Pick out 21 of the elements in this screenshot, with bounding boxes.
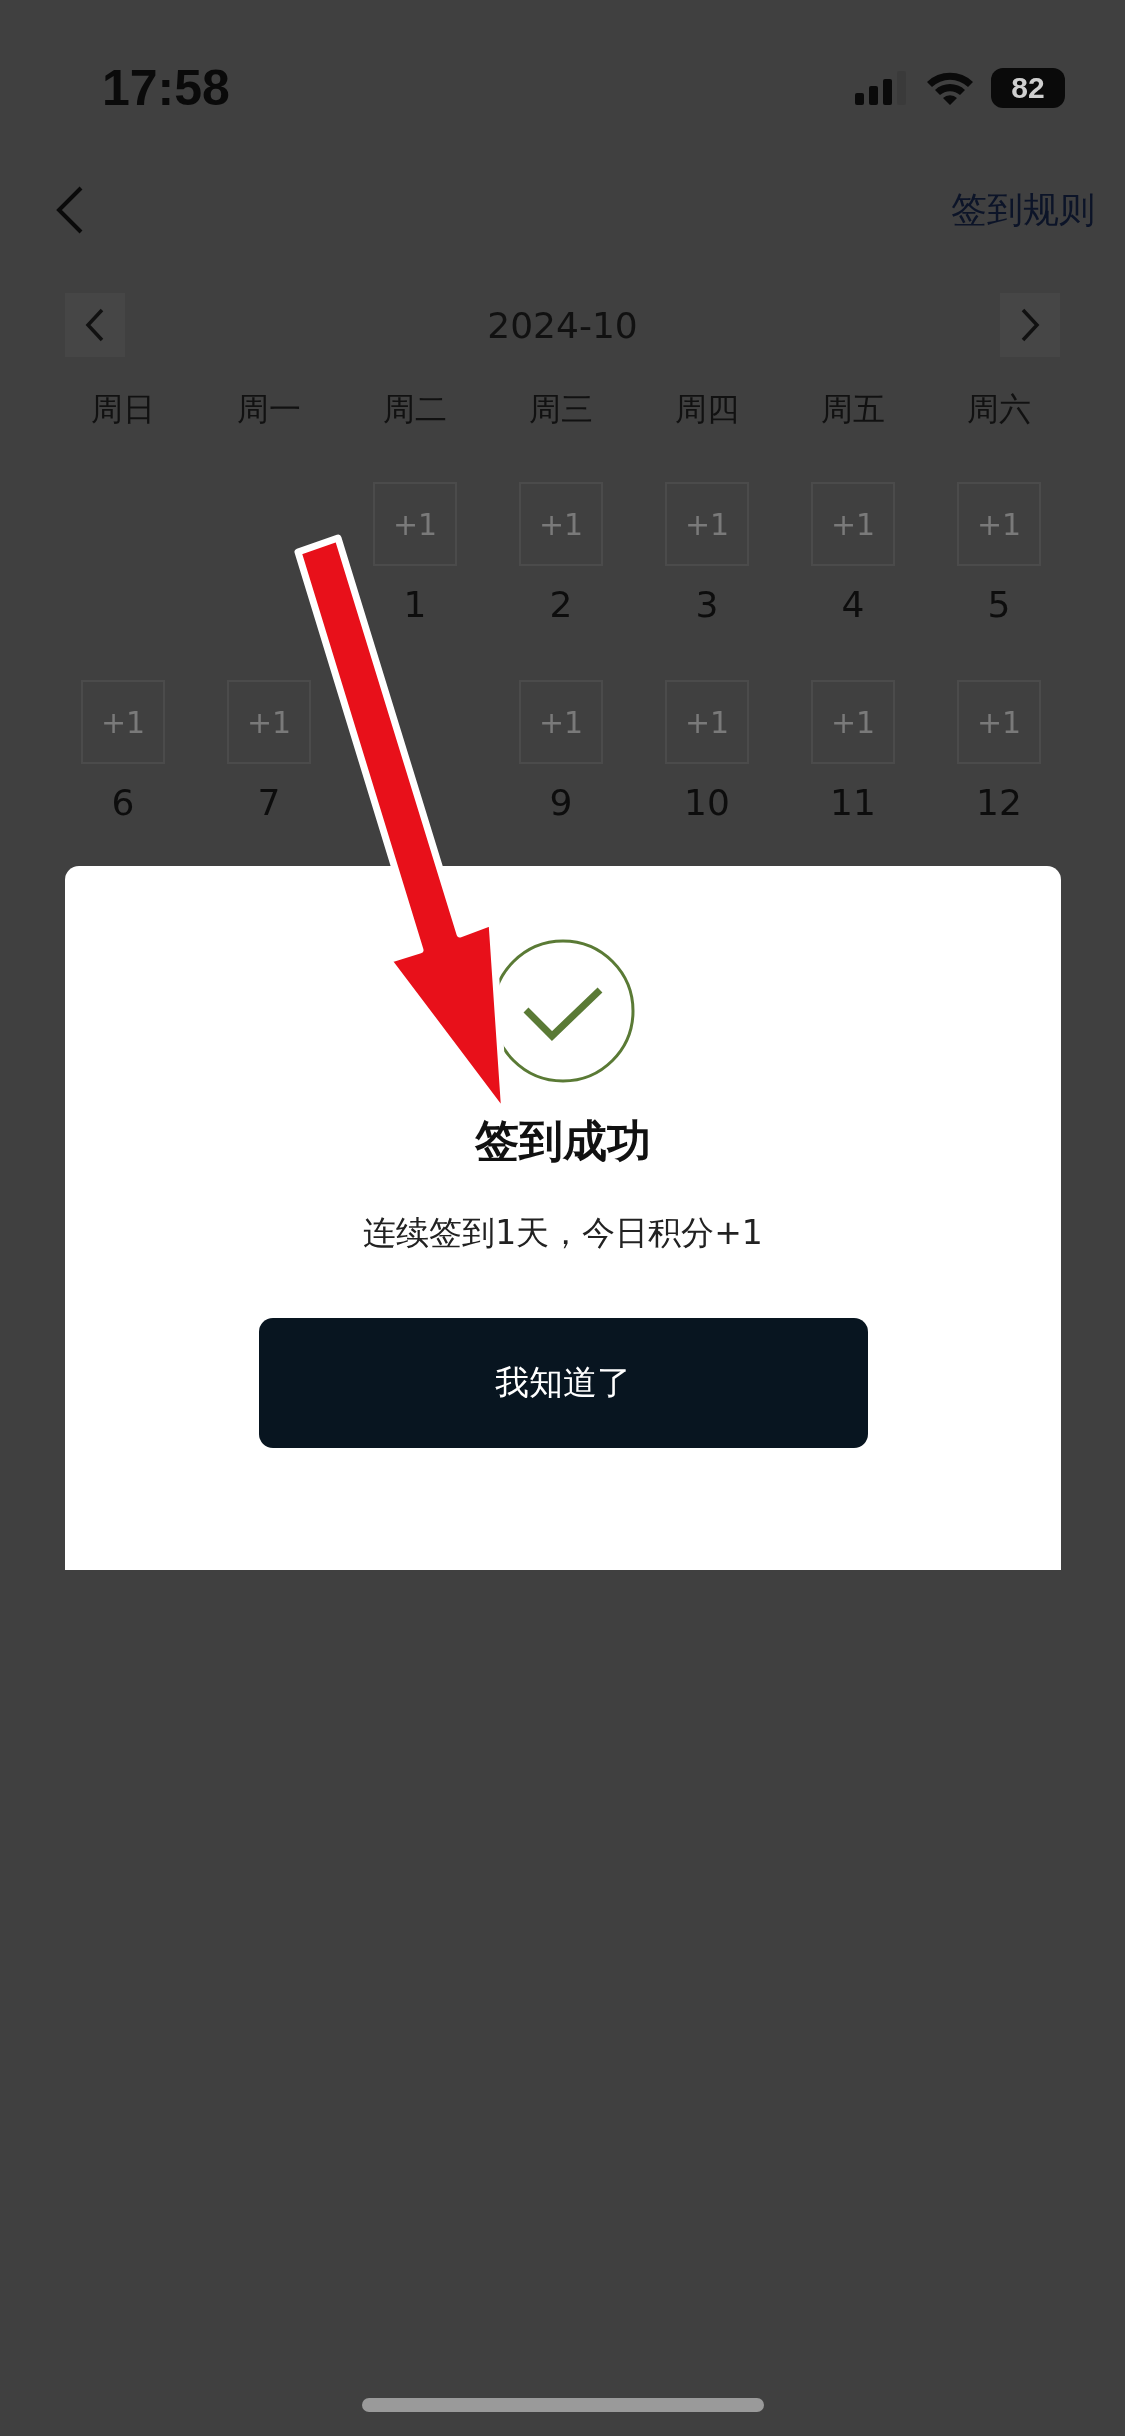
chevron-left-icon [85, 308, 105, 342]
points-box[interactable]: +1 [811, 482, 895, 566]
points-box[interactable]: +1 [665, 680, 749, 764]
points-box[interactable]: +1 [811, 680, 895, 764]
dialog-title: 签到成功 [475, 1114, 651, 1168]
points-box[interactable]: +1 [957, 680, 1041, 764]
previous-month-button[interactable] [65, 293, 125, 357]
battery-indicator: 82 [991, 67, 1065, 108]
next-month-button[interactable] [1000, 293, 1060, 357]
points-box[interactable]: +1 [373, 482, 457, 566]
chevron-right-icon [1020, 308, 1040, 342]
back-icon[interactable] [55, 185, 85, 235]
confirm-button[interactable]: 我知道了 [258, 1318, 868, 1448]
dialog-message: 连续签到1天，今日积分+1 [363, 1212, 763, 1254]
points-box[interactable]: +1 [519, 482, 603, 566]
points-box[interactable]: +1 [519, 680, 603, 764]
points-box[interactable]: +1 [227, 680, 311, 764]
points-box[interactable]: +1 [957, 482, 1041, 566]
signal-icon [855, 70, 909, 105]
points-box[interactable]: +1 [665, 482, 749, 566]
points-box[interactable]: +1 [81, 680, 165, 764]
